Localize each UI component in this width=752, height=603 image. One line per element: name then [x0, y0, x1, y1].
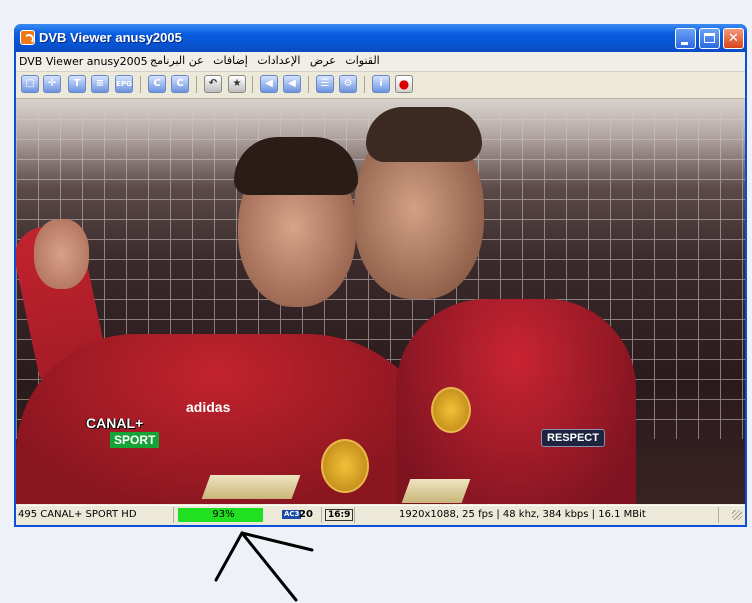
settings-icon[interactable]: ⚙: [339, 75, 357, 93]
channel-logo-bottom: SPORT: [110, 432, 160, 448]
list-icon[interactable]: ≡: [91, 75, 109, 93]
signal-text: 93%: [212, 509, 235, 520]
back-gray-icon[interactable]: ↶: [204, 75, 222, 93]
menu-item-view[interactable]: عرض: [310, 54, 336, 67]
sponsor-logo: [201, 475, 301, 499]
signal-strength-bar: 93%: [178, 507, 269, 523]
epg-icon[interactable]: EPG: [115, 75, 133, 93]
menu-item-about[interactable]: عن البرنامج: [150, 54, 204, 67]
shirt-brand: adidas: [186, 399, 231, 415]
player-hair: [234, 137, 358, 195]
toolbar: ▢ ✛ T ≡ EPG C C ↶ ★ ◀ ◀ ☰ ⚙ i ●: [16, 72, 745, 99]
club-crest-icon: [321, 439, 369, 493]
player-hair: [366, 107, 482, 162]
menu-item-plugins[interactable]: إضافات: [213, 54, 248, 67]
channel-list-icon[interactable]: ☰: [316, 75, 334, 93]
menu-item-channels[interactable]: القنوات: [345, 54, 379, 67]
channel-name: 495 CANAL+ SPORT HD: [18, 507, 174, 523]
status-bar: 495 CANAL+ SPORT HD 93% AC3 20 16:9 1920…: [16, 505, 745, 525]
app-logo-icon[interactable]: [20, 30, 35, 45]
record-icon[interactable]: ●: [395, 75, 413, 93]
window-title: DVB Viewer anusy2005: [39, 30, 182, 45]
minimize-button[interactable]: [675, 28, 696, 49]
menu-item-settings[interactable]: الإعدادات: [257, 54, 300, 67]
video-display[interactable]: adidas RESPECT CANAL+ SPORT: [16, 99, 745, 504]
previous-channel-icon[interactable]: ◀: [260, 75, 278, 93]
player-hand: [34, 219, 89, 289]
favorite-icon[interactable]: ★: [228, 75, 246, 93]
title-bar[interactable]: DVB Viewer anusy2005 ✕: [14, 24, 747, 52]
info-icon[interactable]: i: [372, 75, 390, 93]
sponsor-logo: [401, 479, 471, 503]
maximize-button[interactable]: [699, 28, 720, 49]
menu-bar: DVB Viewer anusy2005 القنوات عرض الإعداد…: [16, 52, 745, 72]
teletext-icon[interactable]: T: [68, 75, 86, 93]
toolbar-separator: [140, 76, 141, 93]
client-area: DVB Viewer anusy2005 القنوات عرض الإعداد…: [16, 52, 745, 525]
next-channel-icon[interactable]: ◀: [283, 75, 301, 93]
toolbar-separator: [308, 76, 309, 93]
stream-info: 1920x1088, 25 fps | 48 khz, 384 kbps | 1…: [359, 507, 719, 523]
toolbar-separator: [252, 76, 253, 93]
resize-grip-icon[interactable]: [732, 510, 742, 520]
toolbar-separator: [196, 76, 197, 93]
channel-logo-top: CANAL+: [86, 415, 144, 431]
record-back-icon[interactable]: C: [148, 75, 166, 93]
aspect-ratio-indicator[interactable]: 16:9: [325, 507, 355, 523]
window-icon[interactable]: ▢: [21, 75, 39, 93]
toolbar-separator: [364, 76, 365, 93]
audio-channels: 20: [299, 509, 313, 520]
app-window: DVB Viewer anusy2005 ✕ DVB Viewer anusy2…: [14, 24, 747, 527]
channel-logo: CANAL+ SPORT: [86, 415, 166, 449]
sleeve-patch: RESPECT: [541, 429, 605, 447]
menu-app-name[interactable]: DVB Viewer anusy2005: [19, 55, 148, 68]
menu-items: القنوات عرض الإعدادات إضافات عن البرنامج: [144, 54, 380, 67]
close-button[interactable]: ✕: [723, 28, 744, 49]
club-crest-icon: [431, 387, 471, 433]
audio-indicator: AC3 20: [282, 507, 322, 523]
aspect-ratio: 16:9: [325, 509, 354, 521]
record-forward-icon[interactable]: C: [171, 75, 189, 93]
crosshair-icon[interactable]: ✛: [43, 75, 61, 93]
